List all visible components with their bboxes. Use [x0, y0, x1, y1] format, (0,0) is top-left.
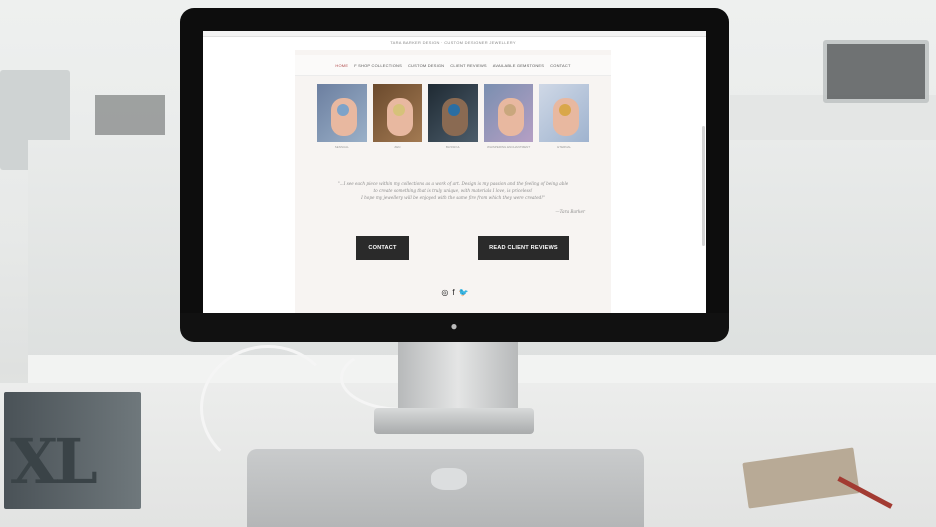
- scrollbar[interactable]: [702, 126, 705, 246]
- nav-item-custom-design[interactable]: CUSTOM DESIGN: [408, 63, 444, 68]
- thumbnail-eternal[interactable]: [539, 84, 589, 142]
- contact-button[interactable]: CONTACT: [356, 236, 409, 260]
- thumbnail-caption[interactable]: BLISSFUL: [428, 145, 478, 149]
- thumbnail-zen[interactable]: [372, 84, 423, 142]
- site-header: TARA BARKER DESIGN · CUSTOM DESIGNER JEW…: [295, 37, 611, 50]
- laptop-logo-icon: [431, 468, 467, 490]
- site-nav: HOME F SHOP COLLECTIONS CUSTOM DESIGN CL…: [295, 55, 611, 76]
- website-page: TARA BARKER DESIGN · CUSTOM DESIGNER JEW…: [295, 37, 611, 313]
- thumbnail-sensual[interactable]: [317, 84, 367, 142]
- ring-image: [337, 104, 349, 116]
- quote-line-3: I hope my jewellery will be enjoyed with…: [361, 195, 545, 200]
- thumbnail-blissful[interactable]: [428, 84, 478, 142]
- apple-logo-icon: ●: [450, 319, 458, 333]
- thumbnail-caption[interactable]: ETERNAL: [539, 145, 589, 149]
- designer-quote: "...I see each piece within my collectio…: [325, 180, 581, 201]
- background-monitor-right: [823, 40, 929, 103]
- read-client-reviews-button[interactable]: READ CLIENT REVIEWS: [478, 236, 569, 260]
- monitor-stand-base: [374, 408, 534, 434]
- monitor-screen: TARA BARKER DESIGN · CUSTOM DESIGNER JEW…: [203, 31, 706, 313]
- nav-item-available-gemstones[interactable]: AVAILABLE GEMSTONES: [493, 63, 544, 68]
- twitter-icon[interactable]: 🐦: [459, 288, 469, 297]
- thumbnail-caption[interactable]: SENSUAL: [317, 145, 367, 149]
- nav-item-contact[interactable]: CONTACT: [550, 63, 570, 68]
- nav-item-home[interactable]: HOME: [335, 63, 348, 68]
- ring-image: [392, 104, 405, 116]
- book-title: XL: [10, 425, 98, 498]
- social-links: ◎ f 🐦: [435, 288, 475, 297]
- collection-thumbnails: [317, 84, 589, 142]
- site-brand[interactable]: TARA BARKER DESIGN · CUSTOM DESIGNER JEW…: [295, 40, 611, 45]
- background-object-left: [95, 95, 165, 135]
- thumbnail-caption[interactable]: WHISPERING ENCHANTMENT: [484, 145, 534, 149]
- nav-item-client-reviews[interactable]: CLIENT REVIEWS: [450, 63, 487, 68]
- facebook-icon[interactable]: f: [452, 288, 454, 297]
- ring-image: [503, 104, 516, 116]
- thumbnail-captions: SENSUAL ZEN BLISSFUL WHISPERING ENCHANTM…: [317, 145, 589, 149]
- thumbnail-caption[interactable]: ZEN: [373, 145, 423, 149]
- instagram-icon[interactable]: ◎: [441, 288, 448, 297]
- quote-author: —Tara Barker: [555, 209, 585, 214]
- quote-line-2: to create something that is truly unique…: [373, 188, 533, 193]
- nav-item-shop-collections[interactable]: F SHOP COLLECTIONS: [354, 63, 402, 68]
- thumbnail-whispering-enchantment[interactable]: [483, 84, 534, 142]
- quote-line-1: "...I see each piece within my collectio…: [337, 181, 569, 186]
